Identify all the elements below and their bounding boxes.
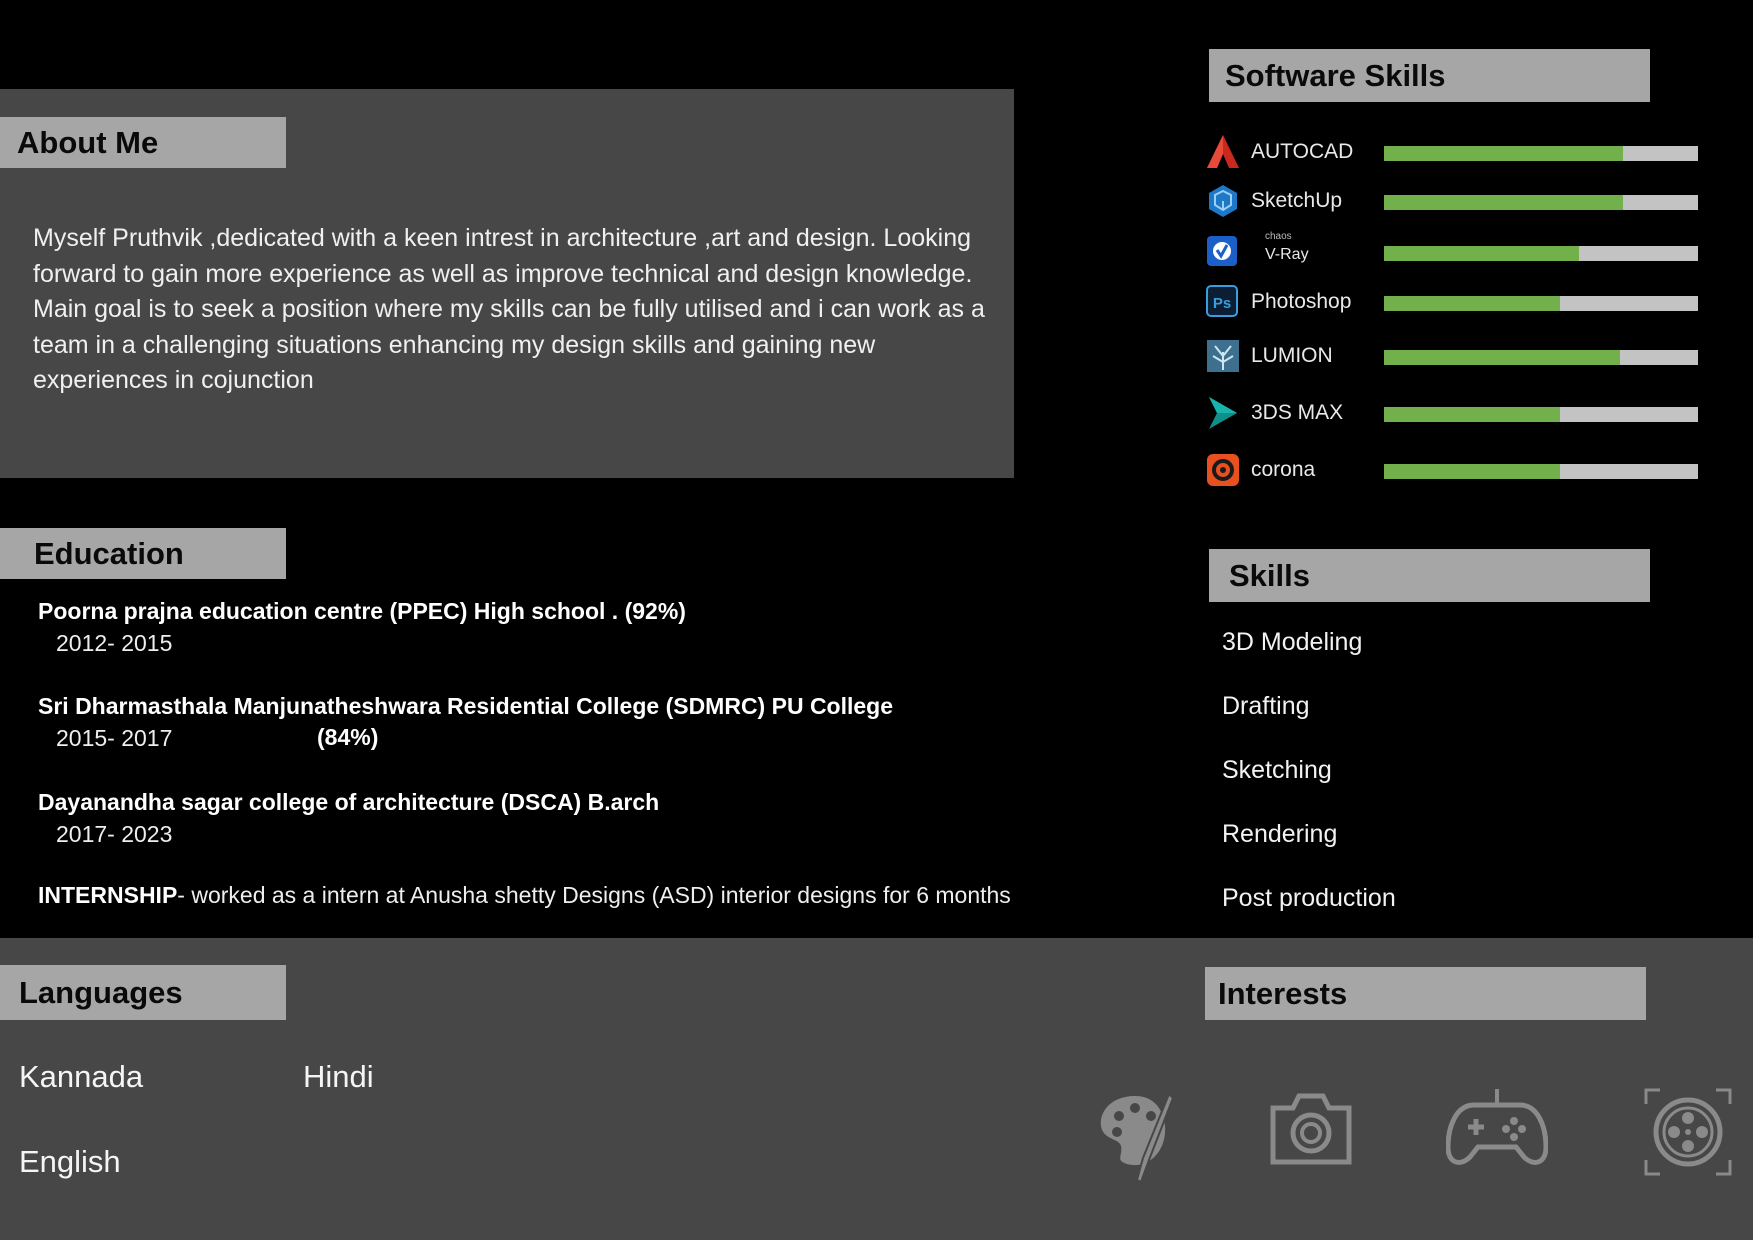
internship-label: INTERNSHIP xyxy=(38,882,178,908)
software-skill-bar xyxy=(1384,195,1698,210)
palette-icon xyxy=(1100,1092,1175,1184)
software-skill-row: Ps Photoshop xyxy=(1205,284,1700,320)
skill-item: 3D Modeling xyxy=(1222,628,1363,656)
skill-item: Sketching xyxy=(1222,756,1332,784)
software-skill-bar xyxy=(1384,146,1698,161)
education-item-percent: (84%) xyxy=(317,724,379,750)
about-header: About Me xyxy=(0,117,286,168)
education-title: Education xyxy=(34,536,184,571)
autocad-icon xyxy=(1207,135,1239,168)
camera-icon xyxy=(1270,1093,1352,1165)
software-skill-bar-fill xyxy=(1384,407,1560,422)
software-skill-row: chaos V-Ray xyxy=(1205,231,1700,270)
skill-item: Rendering xyxy=(1222,820,1338,848)
software-skill-bar-fill xyxy=(1384,296,1560,311)
software-skill-name: Photoshop xyxy=(1251,290,1352,313)
education-item-years: 2012- 2015 xyxy=(56,630,173,656)
software-skill-bar-fill xyxy=(1384,195,1623,210)
software-skill-name: LUMION xyxy=(1251,344,1333,367)
software-skills-title: Software Skills xyxy=(1225,58,1446,93)
software-skill-row: SketchUp xyxy=(1205,183,1700,219)
languages-title: Languages xyxy=(19,975,183,1010)
education-header: Education xyxy=(0,528,286,579)
corona-icon xyxy=(1207,454,1239,486)
software-skill-bar xyxy=(1384,296,1698,311)
education-item-title: Dayanandha sagar college of architecture… xyxy=(38,789,660,815)
education-item-years: 2015- 2017 xyxy=(56,725,173,751)
vray-icon xyxy=(1207,236,1237,266)
skills-header: Skills xyxy=(1209,549,1650,602)
internship-text: - worked as a intern at Anusha shetty De… xyxy=(177,882,1011,908)
interests-header: Interests xyxy=(1205,967,1646,1020)
language-item: Kannada xyxy=(19,1059,144,1094)
software-skill-bar-fill xyxy=(1384,146,1623,161)
software-skill-bar-fill xyxy=(1384,350,1620,365)
software-skill-row: corona xyxy=(1205,452,1700,488)
internship-line: INTERNSHIP- worked as a intern at Anusha… xyxy=(38,882,1011,909)
software-skill-bar-fill xyxy=(1384,464,1560,479)
software-skill-bar xyxy=(1384,407,1698,422)
gamepad-icon xyxy=(1446,1089,1548,1165)
3dsmax-icon xyxy=(1209,397,1237,429)
software-skill-bar xyxy=(1384,246,1698,261)
software-skill-name: AUTOCAD xyxy=(1251,140,1354,163)
sketchup-icon xyxy=(1209,185,1237,217)
language-item: Hindi xyxy=(303,1059,374,1094)
education-item-title: Poorna prajna education centre (PPEC) Hi… xyxy=(38,598,686,624)
skill-item: Post production xyxy=(1222,884,1396,912)
software-skill-name: V-Ray xyxy=(1265,246,1309,263)
language-item: English xyxy=(19,1144,121,1179)
software-skill-bar xyxy=(1384,464,1698,479)
software-skill-name: corona xyxy=(1251,458,1316,481)
skills-title: Skills xyxy=(1229,558,1310,593)
software-skill-bar-fill xyxy=(1384,246,1579,261)
software-skills-header: Software Skills xyxy=(1209,49,1650,102)
skill-item: Drafting xyxy=(1222,692,1310,720)
software-skill-row: AUTOCAD xyxy=(1205,134,1700,170)
about-title: About Me xyxy=(17,125,159,160)
software-skill-name: SketchUp xyxy=(1251,189,1343,212)
software-skill-bar xyxy=(1384,350,1698,365)
education-item-years: 2017- 2023 xyxy=(56,821,173,847)
photoshop-icon: Ps xyxy=(1206,285,1238,317)
interests-title: Interests xyxy=(1218,976,1348,1011)
film-reel-icon xyxy=(1644,1088,1732,1176)
about-text: Myself Pruthvik ,dedicated with a keen i… xyxy=(33,224,985,394)
software-skill-name: 3DS MAX xyxy=(1251,401,1344,424)
vray-brand: chaos xyxy=(1265,231,1292,242)
languages-header: Languages xyxy=(0,965,286,1020)
software-skill-row: LUMION xyxy=(1205,338,1700,374)
svg-text:Ps: Ps xyxy=(1213,295,1231,312)
education-item-title: Sri Dharmasthala Manjunatheshwara Reside… xyxy=(38,693,894,719)
software-skill-row: 3DS MAX xyxy=(1205,395,1700,431)
lumion-icon xyxy=(1207,340,1239,372)
